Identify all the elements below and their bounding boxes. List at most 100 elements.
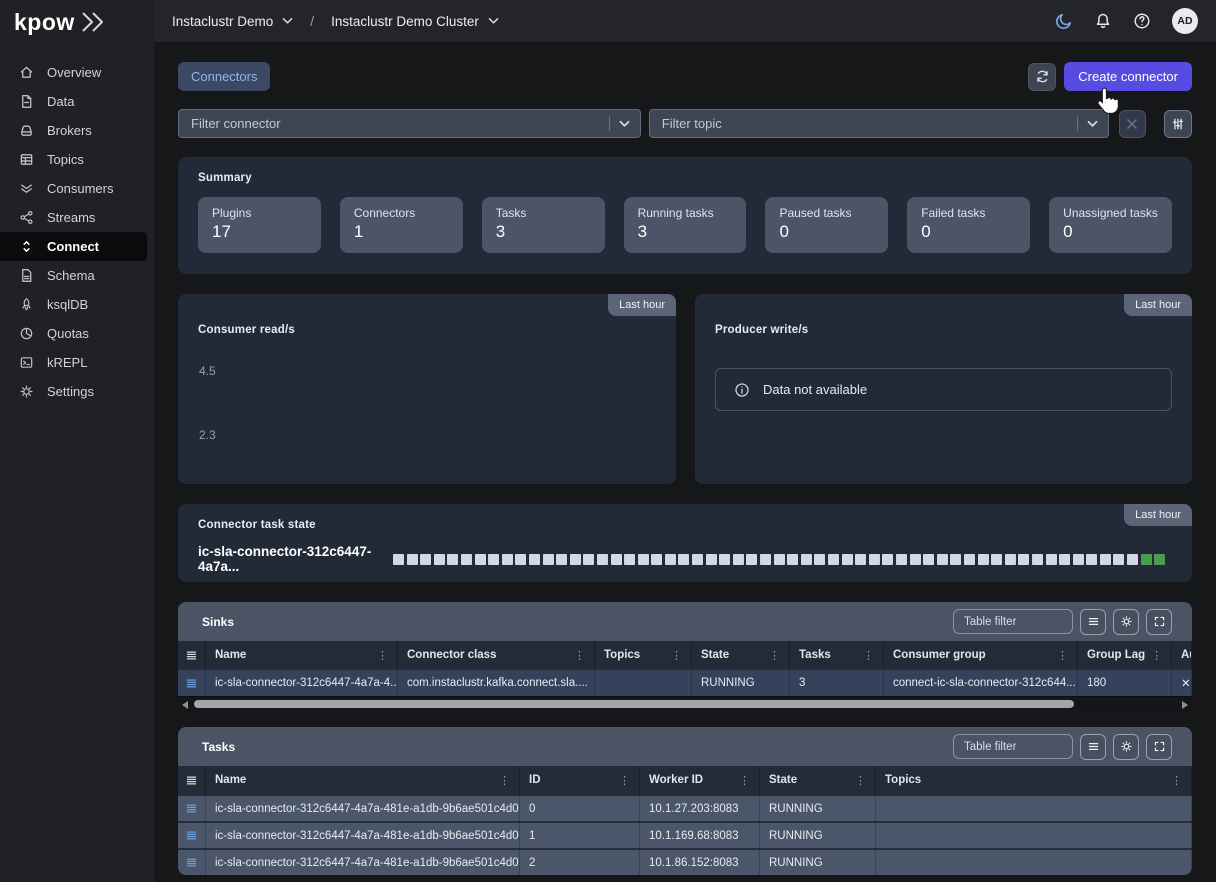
task-state-cell[interactable] bbox=[937, 554, 948, 565]
stat-unassigned-tasks[interactable]: Unassigned tasks 0 bbox=[1049, 197, 1172, 253]
cluster-selector[interactable]: Instaclustr Demo Cluster bbox=[331, 14, 479, 29]
task-state-cell[interactable] bbox=[556, 554, 567, 565]
task-state-cell[interactable] bbox=[570, 554, 581, 565]
cell-worker-id[interactable]: 10.1.27.203:8083 bbox=[640, 796, 760, 821]
column-header[interactable]: ID⋮ bbox=[520, 766, 640, 794]
column-header[interactable]: Tasks⋮ bbox=[790, 641, 884, 669]
stat-running-tasks[interactable]: Running tasks 3 bbox=[624, 197, 747, 253]
task-state-cell[interactable] bbox=[692, 554, 703, 565]
task-state-cell[interactable] bbox=[543, 554, 554, 565]
task-state-cell[interactable] bbox=[434, 554, 445, 565]
sidebar-item-krepl[interactable]: kREPL bbox=[0, 348, 147, 377]
tab-connectors[interactable]: Connectors bbox=[178, 62, 270, 91]
column-menu-icon[interactable]: ⋮ bbox=[574, 649, 585, 662]
task-state-cell[interactable] bbox=[719, 554, 730, 565]
table-expand-button[interactable] bbox=[1146, 734, 1172, 760]
column-menu-icon[interactable]: ⋮ bbox=[619, 774, 630, 787]
notifications-bell-icon[interactable] bbox=[1094, 12, 1112, 30]
time-range-badge[interactable]: Last hour bbox=[1124, 504, 1192, 526]
sidebar-item-topics[interactable]: Topics bbox=[0, 145, 147, 174]
clear-filters-button[interactable] bbox=[1119, 110, 1147, 138]
column-menu-icon[interactable]: ⋮ bbox=[671, 649, 682, 662]
task-state-cell[interactable] bbox=[611, 554, 622, 565]
task-state-cell[interactable] bbox=[828, 554, 839, 565]
task-state-cell[interactable] bbox=[882, 554, 893, 565]
sidebar-item-schema[interactable]: Schema bbox=[0, 261, 147, 290]
cell-worker-id[interactable]: 10.1.86.152:8083 bbox=[640, 850, 760, 875]
tasks-table-row[interactable]: ic-sla-connector-312c6447-4a7a-481e-a1db… bbox=[178, 794, 1192, 821]
sidebar-item-settings[interactable]: Settings bbox=[0, 377, 147, 406]
task-state-cell[interactable] bbox=[950, 554, 961, 565]
sidebar-item-brokers[interactable]: Brokers bbox=[0, 116, 147, 145]
sinks-table-filter-input[interactable] bbox=[953, 609, 1073, 634]
task-state-cell[interactable] bbox=[1141, 554, 1152, 565]
row-menu-icon[interactable] bbox=[178, 670, 206, 696]
task-state-cell[interactable] bbox=[978, 554, 989, 565]
sinks-table-row[interactable]: ic-sla-connector-312c6447-4a7a-4... com.… bbox=[178, 669, 1192, 696]
task-state-cell[interactable] bbox=[760, 554, 771, 565]
column-menu-icon[interactable]: ⋮ bbox=[769, 649, 780, 662]
task-state-cell[interactable] bbox=[923, 554, 934, 565]
column-header[interactable]: Name⋮ bbox=[206, 641, 398, 669]
task-state-cell[interactable] bbox=[964, 554, 975, 565]
column-menu-icon[interactable]: ⋮ bbox=[499, 774, 510, 787]
task-state-cell[interactable] bbox=[461, 554, 472, 565]
stat-connectors[interactable]: Connectors 1 bbox=[340, 197, 463, 253]
task-state-cell[interactable] bbox=[855, 554, 866, 565]
scrollbar-thumb[interactable] bbox=[194, 700, 1074, 708]
task-state-cell[interactable] bbox=[787, 554, 798, 565]
sidebar-item-connect[interactable]: Connect bbox=[0, 232, 147, 261]
chevron-down-icon[interactable] bbox=[610, 120, 640, 128]
task-state-cell[interactable] bbox=[407, 554, 418, 565]
task-state-cell[interactable] bbox=[651, 554, 662, 565]
cell-id[interactable]: 0 bbox=[520, 796, 640, 821]
table-menu-button[interactable] bbox=[1080, 734, 1106, 760]
cell-topics[interactable] bbox=[876, 823, 1192, 848]
cell-state[interactable]: RUNNING bbox=[760, 796, 876, 821]
time-range-badge[interactable]: Last hour bbox=[1124, 294, 1192, 316]
column-menu-icon[interactable]: ⋮ bbox=[855, 774, 866, 787]
column-header[interactable]: Topics⋮ bbox=[876, 766, 1192, 794]
horizontal-scrollbar[interactable] bbox=[178, 696, 1192, 710]
task-state-cell[interactable] bbox=[515, 554, 526, 565]
task-state-cell[interactable] bbox=[1113, 554, 1124, 565]
task-state-cell[interactable] bbox=[1018, 554, 1029, 565]
task-state-cell[interactable] bbox=[1046, 554, 1057, 565]
task-state-cell[interactable] bbox=[597, 554, 608, 565]
time-range-badge[interactable]: Last hour bbox=[608, 294, 676, 316]
filter-connector-input[interactable] bbox=[179, 116, 609, 131]
stat-failed-tasks[interactable]: Failed tasks 0 bbox=[907, 197, 1030, 253]
cell-connector-class[interactable]: com.instaclustr.kafka.connect.sla.... bbox=[398, 670, 595, 696]
task-state-cell[interactable] bbox=[529, 554, 540, 565]
tasks-table-filter-input[interactable] bbox=[953, 734, 1073, 759]
table-expand-button[interactable] bbox=[1146, 609, 1172, 635]
column-header[interactable]: Auto restart bbox=[1172, 641, 1192, 669]
column-menu-icon[interactable]: ⋮ bbox=[1057, 649, 1068, 662]
stat-plugins[interactable]: Plugins 17 bbox=[198, 197, 321, 253]
column-menu-icon[interactable]: ⋮ bbox=[739, 774, 750, 787]
column-menu-icon[interactable]: ⋮ bbox=[377, 649, 388, 662]
task-state-cell[interactable] bbox=[583, 554, 594, 565]
cell-topics[interactable] bbox=[876, 796, 1192, 821]
sidebar-item-data[interactable]: Data bbox=[0, 87, 147, 116]
task-state-cell[interactable] bbox=[678, 554, 689, 565]
task-state-cell[interactable] bbox=[665, 554, 676, 565]
cell-state[interactable]: RUNNING bbox=[760, 823, 876, 848]
scroll-right-arrow[interactable] bbox=[1182, 701, 1188, 709]
task-state-cell[interactable] bbox=[1032, 554, 1043, 565]
chevron-down-icon[interactable] bbox=[1078, 120, 1108, 128]
task-state-cell[interactable] bbox=[502, 554, 513, 565]
task-state-cell[interactable] bbox=[896, 554, 907, 565]
task-state-cell[interactable] bbox=[706, 554, 717, 565]
task-state-cell[interactable] bbox=[1059, 554, 1070, 565]
chevron-down-icon[interactable] bbox=[282, 17, 293, 25]
task-state-row-label[interactable]: ic-sla-connector-312c6447-4a7a... bbox=[198, 544, 393, 574]
scroll-left-arrow[interactable] bbox=[182, 701, 188, 709]
table-settings-gear-button[interactable] bbox=[1113, 609, 1139, 635]
cell-state[interactable]: RUNNING bbox=[692, 670, 790, 696]
sidebar-item-streams[interactable]: Streams bbox=[0, 203, 147, 232]
row-menu-icon[interactable] bbox=[178, 641, 206, 669]
task-state-cell[interactable] bbox=[774, 554, 785, 565]
cell-consumer-group[interactable]: connect-ic-sla-connector-312c644... bbox=[884, 670, 1078, 696]
task-state-cell[interactable] bbox=[1154, 554, 1165, 565]
